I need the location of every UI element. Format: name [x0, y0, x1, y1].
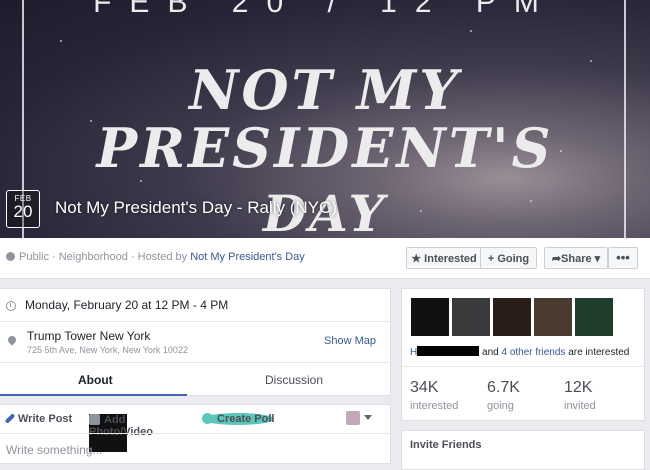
other-friends-link[interactable]: 4 other friends	[501, 347, 565, 358]
stat-interested[interactable]: 34K interested	[410, 379, 458, 412]
friend-photo[interactable]	[493, 298, 531, 336]
divider	[0, 321, 391, 322]
pencil-icon	[4, 413, 16, 424]
guests-card: H and 4 other friends are interested 34K…	[401, 288, 645, 421]
event-details-card: Monday, February 20 at 12 PM - 4 PM Trum…	[0, 288, 391, 396]
chevron-down-icon[interactable]	[364, 415, 372, 420]
stat-invited-value: 12K	[564, 379, 593, 396]
location-address: 725 5th Ave, New York, New York 10022	[27, 345, 188, 355]
event-location-row[interactable]: Trump Tower New York 725 5th Ave, New Yo…	[6, 329, 188, 355]
stat-interested-label: interested	[410, 400, 459, 412]
post-input[interactable]: Write something...	[6, 443, 102, 457]
event-title: Not My President's Day - Rally (NYC)	[55, 198, 337, 217]
location-pin-icon	[6, 334, 18, 346]
divider	[0, 362, 391, 363]
stat-going-value: 6.7K	[487, 379, 520, 396]
post-composer: Write Post Add Photo/Video Create Poll W…	[0, 404, 391, 464]
friend-name-link[interactable]: H	[410, 347, 417, 358]
globe-icon	[6, 252, 15, 261]
camera-icon	[89, 414, 100, 425]
clock-icon	[6, 301, 16, 311]
write-post-label: Write Post	[18, 413, 73, 425]
avatar[interactable]	[346, 411, 360, 425]
going-button[interactable]: + Going	[480, 247, 537, 269]
friend-photo[interactable]	[575, 298, 613, 336]
stat-invited[interactable]: 12K invited	[564, 379, 596, 412]
event-info-bar: Public · Neighborhood · Hosted by Not My…	[0, 238, 650, 279]
divider	[402, 366, 644, 367]
interested-button[interactable]: ★ Interested	[406, 247, 481, 269]
active-tab-indicator	[0, 394, 187, 396]
write-post-button[interactable]: Write Post	[4, 413, 73, 425]
show-map-link[interactable]: Show Map	[324, 335, 376, 347]
create-poll-label: Create Poll	[217, 413, 275, 425]
friend-photo[interactable]	[534, 298, 572, 336]
event-datetime-row: Monday, February 20 at 12 PM - 4 PM	[6, 298, 228, 312]
poll-icon	[202, 413, 213, 424]
event-privacy-text: Public · Neighborhood · Hosted by	[19, 251, 191, 263]
stat-going[interactable]: 6.7K going	[487, 379, 520, 412]
stat-invited-label: invited	[564, 400, 596, 412]
cover-date-banner: FEB 20 / 12 PM	[93, 0, 557, 19]
cover-headline-line1: NOT MY	[189, 58, 461, 122]
event-meta: Public · Neighborhood · Hosted by Not My…	[6, 251, 305, 263]
interested-suffix: are interested	[565, 347, 630, 358]
create-poll-button[interactable]: Create Poll	[202, 413, 275, 425]
invite-friends-title: Invite Friends	[410, 439, 482, 451]
event-datetime: Monday, February 20 at 12 PM - 4 PM	[25, 298, 229, 312]
tab-discussion[interactable]: Discussion	[265, 373, 323, 387]
host-link[interactable]: Not My President's Day	[190, 251, 305, 263]
cover-photo: FEB 20 / 12 PM NOT MY PRESIDENT'S DAY FE…	[0, 0, 650, 238]
divider	[0, 433, 391, 434]
share-button[interactable]: ➦Share ▾	[544, 247, 608, 269]
stat-going-label: going	[487, 400, 514, 412]
friend-photo[interactable]	[411, 298, 449, 336]
friend-photo[interactable]	[452, 298, 490, 336]
friends-interested-text: H and 4 other friends are interested	[410, 346, 629, 358]
event-date-day: 20	[13, 202, 33, 221]
tab-about[interactable]: About	[78, 373, 113, 387]
cover-headline-line2: PRESIDENT'S	[96, 116, 554, 180]
stat-interested-value: 34K	[410, 379, 439, 396]
and-text: and	[479, 347, 502, 358]
more-options-button[interactable]: •••	[608, 247, 638, 269]
invite-friends-card: Invite Friends	[401, 430, 645, 470]
location-name[interactable]: Trump Tower New York	[27, 329, 188, 343]
redacted-name	[417, 346, 480, 356]
event-date-badge: FEB 20	[6, 190, 40, 228]
